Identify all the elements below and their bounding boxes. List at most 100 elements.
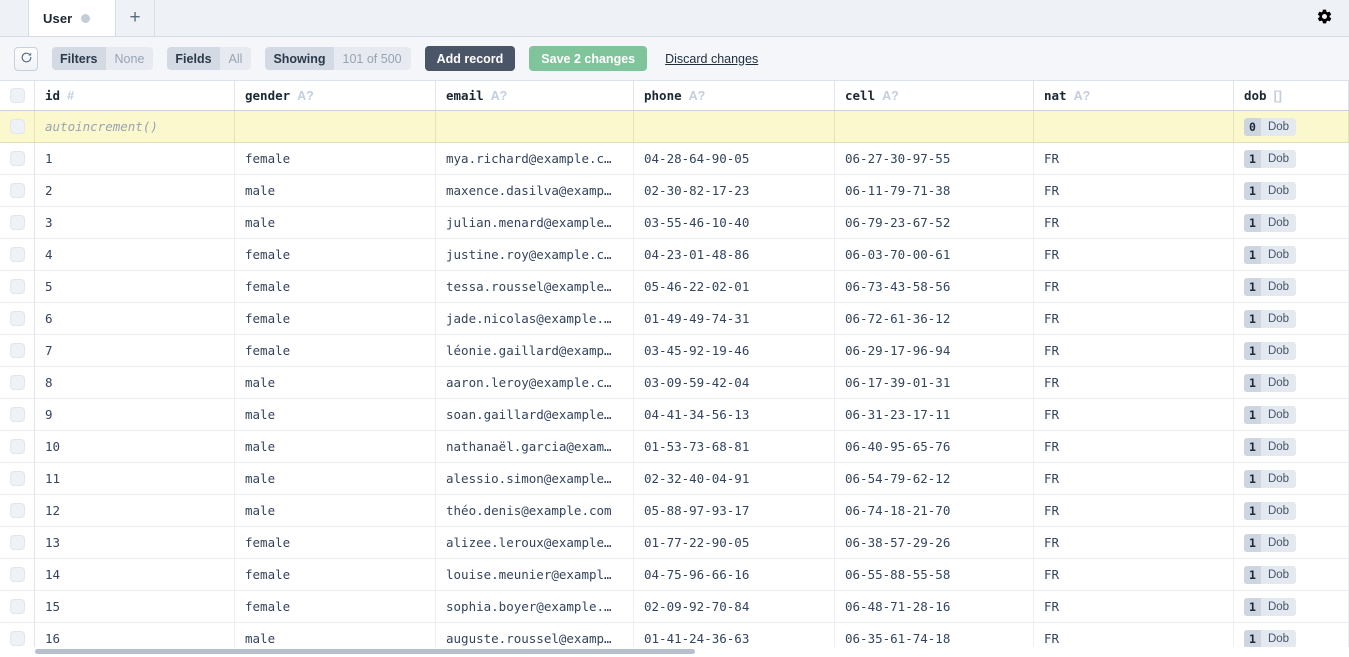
cell-dob[interactable]: 1 Dob [1234, 527, 1349, 558]
cell-email[interactable]: aaron.leroy@example.c… [436, 367, 634, 398]
cell-cell[interactable]: 06-40-95-65-76 [835, 431, 1034, 462]
cell-dob[interactable]: 1 Dob [1234, 495, 1349, 526]
cell-dob[interactable]: 1 Dob [1234, 399, 1349, 430]
cell-phone[interactable]: 01-49-49-74-31 [634, 303, 835, 334]
cell-id[interactable]: 9 [35, 399, 235, 430]
dob-badge[interactable]: 1 Dob [1244, 341, 1297, 360]
table-row[interactable]: 10 male nathanaël.garcia@exam… 01-53-73-68-… [0, 431, 1349, 463]
cell-phone[interactable]: 02-32-40-04-91 [634, 463, 835, 494]
cell-phone[interactable]: 02-09-92-70-84 [634, 591, 835, 622]
row-checkbox[interactable] [9, 247, 25, 262]
cell-email[interactable]: julian.menard@example… [436, 207, 634, 238]
cell-email[interactable]: nathanaël.garcia@exam… [436, 431, 634, 462]
dob-badge[interactable]: 1 Dob [1244, 501, 1297, 520]
dob-badge[interactable]: 1 Dob [1244, 213, 1297, 232]
row-select-cell[interactable] [0, 207, 35, 238]
row-checkbox[interactable] [9, 567, 25, 582]
row-select-cell[interactable] [0, 175, 35, 206]
cell-id[interactable]: 14 [35, 559, 235, 590]
cell-id[interactable]: 4 [35, 239, 235, 270]
cell-email[interactable]: justine.roy@example.c… [436, 239, 634, 270]
cell-nat[interactable]: FR [1034, 175, 1234, 206]
row-checkbox[interactable] [9, 183, 25, 198]
cell-dob[interactable]: 1 Dob [1234, 559, 1349, 590]
table-row[interactable]: 12 male théo.denis@example.com 05-88-97-93-… [0, 495, 1349, 527]
row-select-cell[interactable] [0, 463, 35, 494]
dob-badge[interactable]: 0 Dob [1244, 117, 1297, 136]
horizontal-scrollbar[interactable] [0, 647, 1349, 657]
cell-phone[interactable]: 02-30-82-17-23 [634, 175, 835, 206]
cell-gender[interactable]: female [235, 559, 436, 590]
cell-cell[interactable]: 06-11-79-71-38 [835, 175, 1034, 206]
cell-gender[interactable]: male [235, 431, 436, 462]
row-checkbox[interactable] [9, 215, 25, 230]
cell-gender[interactable]: male [235, 463, 436, 494]
row-checkbox[interactable] [9, 119, 25, 134]
cell-cell[interactable]: 06-38-57-29-26 [835, 527, 1034, 558]
scrollbar-track[interactable] [35, 649, 1349, 655]
cell-cell[interactable]: 06-54-79-62-12 [835, 463, 1034, 494]
cell-phone[interactable]: 04-28-64-90-05 [634, 143, 835, 174]
row-checkbox[interactable] [9, 471, 25, 486]
row-select-cell[interactable] [0, 559, 35, 590]
row-select-cell[interactable] [0, 527, 35, 558]
row-select-cell[interactable] [0, 111, 35, 142]
cell-phone[interactable]: 05-88-97-93-17 [634, 495, 835, 526]
cell-dob[interactable]: 1 Dob [1234, 207, 1349, 238]
column-header-nat[interactable]: nat A? [1034, 81, 1234, 110]
cell-nat[interactable]: FR [1034, 495, 1234, 526]
cell-id[interactable]: 3 [35, 207, 235, 238]
table-row[interactable]: 5 female tessa.roussel@example… 05-46-22-02… [0, 271, 1349, 303]
cell-nat[interactable]: FR [1034, 143, 1234, 174]
dob-badge[interactable]: 1 Dob [1244, 309, 1297, 328]
cell-phone[interactable]: 03-55-46-10-40 [634, 207, 835, 238]
row-checkbox[interactable] [9, 151, 25, 166]
cell-gender[interactable]: male [235, 399, 436, 430]
row-select-cell[interactable] [0, 239, 35, 270]
cell-email[interactable]: alizee.leroux@example… [436, 527, 634, 558]
cell-dob[interactable]: 1 Dob [1234, 463, 1349, 494]
dob-badge[interactable]: 1 Dob [1244, 437, 1297, 456]
row-select-cell[interactable] [0, 367, 35, 398]
cell-phone[interactable] [634, 111, 835, 142]
cell-gender[interactable]: female [235, 303, 436, 334]
row-select-cell[interactable] [0, 495, 35, 526]
cell-nat[interactable]: FR [1034, 431, 1234, 462]
row-select-cell[interactable] [0, 143, 35, 174]
table-row[interactable]: 2 male maxence.dasilva@examp… 02-30-82-17-2… [0, 175, 1349, 207]
cell-gender[interactable]: female [235, 335, 436, 366]
row-checkbox[interactable] [9, 311, 25, 326]
fields-control[interactable]: Fields All [167, 47, 252, 70]
cell-cell[interactable]: 06-03-70-00-61 [835, 239, 1034, 270]
cell-nat[interactable]: FR [1034, 335, 1234, 366]
dob-badge[interactable]: 1 Dob [1244, 277, 1297, 296]
cell-cell[interactable]: 06-73-43-58-56 [835, 271, 1034, 302]
cell-gender[interactable]: female [235, 591, 436, 622]
cell-gender[interactable] [235, 111, 436, 142]
column-header-id[interactable]: id # [35, 81, 235, 110]
cell-nat[interactable]: FR [1034, 463, 1234, 494]
refresh-button[interactable] [14, 46, 38, 71]
cell-id[interactable]: 11 [35, 463, 235, 494]
cell-nat[interactable]: FR [1034, 239, 1234, 270]
row-checkbox[interactable] [9, 343, 25, 358]
cell-email[interactable]: tessa.roussel@example… [436, 271, 634, 302]
cell-nat[interactable]: FR [1034, 271, 1234, 302]
table-row[interactable]: 9 male soan.gaillard@example… 04-41-34-56-1… [0, 399, 1349, 431]
cell-cell[interactable]: 06-31-23-17-11 [835, 399, 1034, 430]
cell-nat[interactable]: FR [1034, 303, 1234, 334]
cell-nat[interactable]: FR [1034, 591, 1234, 622]
row-checkbox[interactable] [9, 439, 25, 454]
cell-id[interactable]: autoincrement() [35, 111, 235, 142]
row-select-cell[interactable] [0, 431, 35, 462]
cell-phone[interactable]: 03-45-92-19-46 [634, 335, 835, 366]
cell-nat[interactable]: FR [1034, 527, 1234, 558]
cell-dob[interactable]: 0 Dob [1234, 111, 1349, 142]
add-tab-button[interactable]: + [116, 0, 155, 36]
cell-gender[interactable]: female [235, 239, 436, 270]
cell-dob[interactable]: 1 Dob [1234, 367, 1349, 398]
cell-nat[interactable] [1034, 111, 1234, 142]
cell-gender[interactable]: female [235, 271, 436, 302]
cell-id[interactable]: 13 [35, 527, 235, 558]
dob-badge[interactable]: 1 Dob [1244, 469, 1297, 488]
